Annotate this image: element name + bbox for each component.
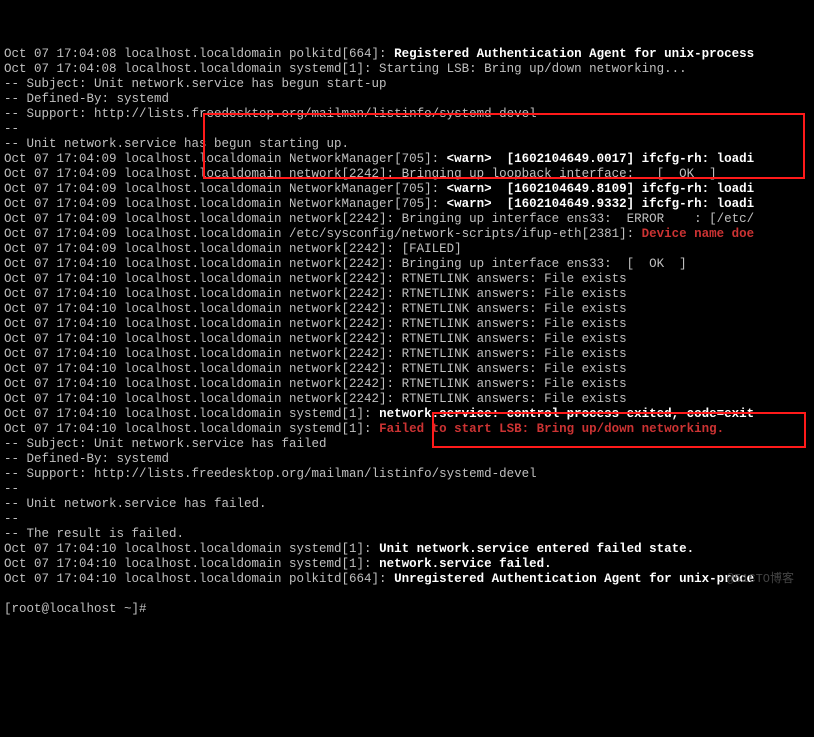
log-prefix: -- (4, 512, 19, 526)
log-line: -- Support: http://lists.freedesktop.org… (4, 107, 810, 122)
log-line: -- Defined-By: systemd (4, 92, 810, 107)
log-prefix: -- Defined-By: systemd (4, 92, 169, 106)
log-line: Oct 07 17:04:10 localhost.localdomain ne… (4, 392, 810, 407)
log-line: -- (4, 482, 810, 497)
log-line: Oct 07 17:04:09 localhost.localdomain Ne… (4, 152, 810, 167)
terminal-output: Oct 07 17:04:08 localhost.localdomain po… (4, 47, 810, 587)
log-line: Oct 07 17:04:10 localhost.localdomain po… (4, 572, 810, 587)
log-prefix: -- Support: http://lists.freedesktop.org… (4, 467, 537, 481)
log-line: Oct 07 17:04:09 localhost.localdomain Ne… (4, 182, 810, 197)
log-line: -- Unit network.service has failed. (4, 497, 810, 512)
log-line: Oct 07 17:04:09 localhost.localdomain Ne… (4, 197, 810, 212)
log-line: Oct 07 17:04:10 localhost.localdomain ne… (4, 317, 810, 332)
log-prefix: -- Unit network.service has failed. (4, 497, 267, 511)
log-line: -- The result is failed. (4, 527, 810, 542)
log-prefix: -- (4, 482, 19, 496)
log-prefix: -- Defined-By: systemd (4, 452, 169, 466)
log-line: Oct 07 17:04:09 localhost.localdomain ne… (4, 167, 810, 182)
log-line: Oct 07 17:04:10 localhost.localdomain ne… (4, 302, 810, 317)
log-message: network.service: control process exited,… (379, 407, 754, 421)
log-line: Oct 07 17:04:08 localhost.localdomain po… (4, 47, 810, 62)
log-prefix: -- Subject: Unit network.service has beg… (4, 77, 387, 91)
log-line: Oct 07 17:04:10 localhost.localdomain ne… (4, 362, 810, 377)
log-line: Oct 07 17:04:10 localhost.localdomain ne… (4, 272, 810, 287)
log-message: Unit network.service entered failed stat… (379, 542, 694, 556)
log-line: Oct 07 17:04:10 localhost.localdomain sy… (4, 407, 810, 422)
log-message: Registered Authentication Agent for unix… (394, 47, 754, 61)
log-prefix: -- The result is failed. (4, 527, 184, 541)
log-line: Oct 07 17:04:10 localhost.localdomain sy… (4, 542, 810, 557)
log-prefix: Oct 07 17:04:08 localhost.localdomain sy… (4, 62, 687, 76)
log-line: -- Support: http://lists.freedesktop.org… (4, 467, 810, 482)
log-line: Oct 07 17:04:10 localhost.localdomain sy… (4, 422, 810, 437)
log-message: <warn> [1602104649.8109] ifcfg-rh: loadi (447, 182, 755, 196)
log-prefix: Oct 07 17:04:10 localhost.localdomain ne… (4, 272, 627, 286)
log-prefix: Oct 07 17:04:10 localhost.localdomain ne… (4, 317, 627, 331)
log-line: Oct 07 17:04:10 localhost.localdomain ne… (4, 257, 810, 272)
log-message: Unregistered Authentication Agent for un… (394, 572, 754, 586)
log-line: Oct 07 17:04:10 localhost.localdomain ne… (4, 347, 810, 362)
log-line: Oct 07 17:04:09 localhost.localdomain ne… (4, 242, 810, 257)
log-line: Oct 07 17:04:10 localhost.localdomain ne… (4, 377, 810, 392)
log-prefix: Oct 07 17:04:10 localhost.localdomain ne… (4, 257, 687, 271)
log-message: network.service failed. (379, 557, 552, 571)
watermark: @51CTO博客 (727, 572, 794, 587)
log-prefix: -- Unit network.service has begun starti… (4, 137, 349, 151)
shell-prompt[interactable]: [root@localhost ~]# (4, 602, 147, 616)
log-line: -- Unit network.service has begun starti… (4, 137, 810, 152)
log-line: -- Subject: Unit network.service has beg… (4, 77, 810, 92)
log-line: Oct 07 17:04:10 localhost.localdomain sy… (4, 557, 810, 572)
log-prefix: Oct 07 17:04:09 localhost.localdomain ne… (4, 242, 462, 256)
log-line: Oct 07 17:04:10 localhost.localdomain ne… (4, 332, 810, 347)
log-prefix: Oct 07 17:04:09 localhost.localdomain Ne… (4, 152, 447, 166)
log-message: Failed to start LSB: Bring up/down netwo… (379, 422, 724, 436)
log-prefix: Oct 07 17:04:09 localhost.localdomain Ne… (4, 182, 447, 196)
log-line: Oct 07 17:04:08 localhost.localdomain sy… (4, 62, 810, 77)
log-prefix: Oct 07 17:04:10 localhost.localdomain po… (4, 572, 394, 586)
log-prefix: Oct 07 17:04:10 localhost.localdomain ne… (4, 377, 627, 391)
log-line: -- Subject: Unit network.service has fai… (4, 437, 810, 452)
log-prefix: Oct 07 17:04:09 localhost.localdomain ne… (4, 212, 754, 226)
log-prefix: Oct 07 17:04:10 localhost.localdomain sy… (4, 407, 379, 421)
log-prefix: Oct 07 17:04:09 localhost.localdomain Ne… (4, 197, 447, 211)
log-line: Oct 07 17:04:10 localhost.localdomain ne… (4, 287, 810, 302)
log-line: Oct 07 17:04:09 localhost.localdomain ne… (4, 212, 810, 227)
log-prefix: Oct 07 17:04:09 localhost.localdomain ne… (4, 167, 717, 181)
log-prefix: Oct 07 17:04:10 localhost.localdomain ne… (4, 362, 627, 376)
log-prefix: Oct 07 17:04:10 localhost.localdomain sy… (4, 557, 379, 571)
log-line: -- Defined-By: systemd (4, 452, 810, 467)
log-prefix: Oct 07 17:04:10 localhost.localdomain ne… (4, 332, 627, 346)
log-prefix: Oct 07 17:04:10 localhost.localdomain sy… (4, 422, 379, 436)
log-line: -- (4, 122, 810, 137)
log-prefix: Oct 07 17:04:08 localhost.localdomain po… (4, 47, 394, 61)
log-line: Oct 07 17:04:09 localhost.localdomain /e… (4, 227, 810, 242)
log-prefix: Oct 07 17:04:10 localhost.localdomain ne… (4, 302, 627, 316)
log-prefix: Oct 07 17:04:10 localhost.localdomain sy… (4, 542, 379, 556)
log-prefix: -- (4, 122, 19, 136)
log-prefix: Oct 07 17:04:10 localhost.localdomain ne… (4, 287, 627, 301)
log-prefix: Oct 07 17:04:09 localhost.localdomain /e… (4, 227, 642, 241)
log-prefix: -- Support: http://lists.freedesktop.org… (4, 107, 537, 121)
log-line: -- (4, 512, 810, 527)
log-prefix: -- Subject: Unit network.service has fai… (4, 437, 327, 451)
log-message: Device name doe (642, 227, 755, 241)
log-message: <warn> [1602104649.0017] ifcfg-rh: loadi (447, 152, 755, 166)
log-prefix: Oct 07 17:04:10 localhost.localdomain ne… (4, 347, 627, 361)
log-prefix: Oct 07 17:04:10 localhost.localdomain ne… (4, 392, 627, 406)
log-message: <warn> [1602104649.9332] ifcfg-rh: loadi (447, 197, 755, 211)
